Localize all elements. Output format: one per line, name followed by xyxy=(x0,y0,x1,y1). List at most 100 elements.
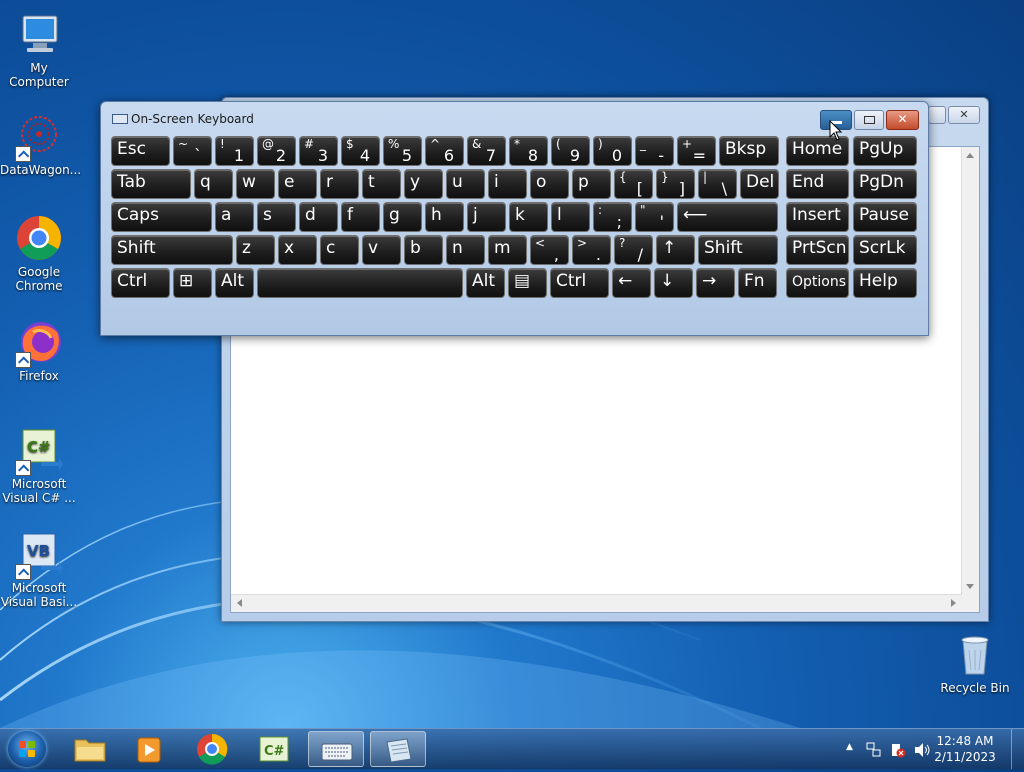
key-windows[interactable]: ⊞ xyxy=(173,268,212,298)
key-shift[interactable]: Shift xyxy=(698,235,778,265)
key-ctrl[interactable]: Ctrl xyxy=(550,268,609,298)
key-9[interactable]: (9 xyxy=(551,136,590,166)
key-j[interactable]: j xyxy=(467,202,506,232)
key-1[interactable]: ! 1 xyxy=(215,136,254,166)
key-symbol-3-9[interactable]: >. xyxy=(572,235,611,265)
scroll-left-arrow-icon[interactable] xyxy=(237,599,242,607)
key-n[interactable]: n xyxy=(446,235,485,265)
key-5[interactable]: % 5 xyxy=(383,136,422,166)
key-w[interactable]: w xyxy=(236,169,275,199)
key-d[interactable]: d xyxy=(299,202,338,232)
start-button[interactable] xyxy=(8,731,46,767)
taskbar-media-player[interactable] xyxy=(122,731,178,767)
taskbar-on-screen-keyboard[interactable] xyxy=(308,731,364,767)
action-center-icon[interactable] xyxy=(890,742,906,761)
key-symbol-0-13[interactable]: + = xyxy=(677,136,716,166)
key-x[interactable]: x xyxy=(278,235,317,265)
key-6[interactable]: ^ 6 xyxy=(425,136,464,166)
vertical-scrollbar[interactable] xyxy=(961,147,979,595)
key-tab[interactable]: Tab xyxy=(111,169,191,199)
desktop-icon-firefox[interactable]: Firefox xyxy=(0,318,78,383)
key-b[interactable]: b xyxy=(404,235,443,265)
key-symbol-1-12[interactable]: }] xyxy=(656,169,695,199)
key-down-arrow[interactable]: ↓ xyxy=(654,268,693,298)
key-i[interactable]: i xyxy=(488,169,527,199)
system-clock[interactable]: 12:48 AM 2/11/2023 xyxy=(930,733,1000,765)
key-0[interactable]: ) 0 xyxy=(593,136,632,166)
key-symbol-1-13[interactable]: | \ xyxy=(698,169,737,199)
scroll-right-arrow-icon[interactable] xyxy=(951,599,956,607)
key-scrlk[interactable]: ScrLk xyxy=(853,235,917,265)
horizontal-scrollbar[interactable] xyxy=(231,594,962,612)
key-ctrl[interactable]: Ctrl xyxy=(111,268,170,298)
key-u[interactable]: u xyxy=(446,169,485,199)
maximize-button[interactable] xyxy=(854,110,884,130)
window-close-button[interactable]: ✕ xyxy=(948,106,980,124)
key-up-arrow[interactable]: ↑ xyxy=(656,235,695,265)
osk-title-bar[interactable]: On-Screen Keyboard ✕ xyxy=(101,102,928,132)
desktop-icon-chrome[interactable]: Google Chrome xyxy=(0,214,78,293)
key-g[interactable]: g xyxy=(383,202,422,232)
key-y[interactable]: y xyxy=(404,169,443,199)
key-prtscn[interactable]: PrtScn xyxy=(786,235,849,265)
key-symbol-0-12[interactable]: _ - xyxy=(635,136,674,166)
key-symbol-3-8[interactable]: <, xyxy=(530,235,569,265)
close-button[interactable]: ✕ xyxy=(886,110,919,130)
key-space[interactable] xyxy=(257,268,463,298)
desktop-icon-my-computer[interactable]: My Computer xyxy=(0,10,78,89)
key-symbol-1-11[interactable]: {[ xyxy=(614,169,653,199)
network-icon[interactable] xyxy=(866,742,882,761)
desktop-icon-recycle-bin[interactable]: Recycle Bin xyxy=(936,630,1014,695)
key-o[interactable]: o xyxy=(530,169,569,199)
key-bksp[interactable]: Bksp xyxy=(719,136,779,166)
key-shift[interactable]: Shift xyxy=(111,235,233,265)
scroll-up-arrow-icon[interactable] xyxy=(966,153,974,158)
key-insert[interactable]: Insert xyxy=(786,202,849,232)
key-options[interactable]: Options xyxy=(786,268,849,298)
key-symbol-2-10[interactable]: :; xyxy=(593,202,632,232)
key-v[interactable]: v xyxy=(362,235,401,265)
key-end[interactable]: End xyxy=(786,169,849,199)
key-8[interactable]: * 8 xyxy=(509,136,548,166)
key-4[interactable]: $4 xyxy=(341,136,380,166)
key-3[interactable]: #3 xyxy=(299,136,338,166)
key-a[interactable]: a xyxy=(215,202,254,232)
key-e[interactable]: e xyxy=(278,169,317,199)
key-alt[interactable]: Alt xyxy=(466,268,505,298)
key-symbol-0-1[interactable]: ~ ` xyxy=(173,136,212,166)
key-left-arrow[interactable]: ← xyxy=(612,268,651,298)
key-symbol-3-10[interactable]: ? / xyxy=(614,235,653,265)
key-del[interactable]: Del xyxy=(740,169,779,199)
key-alt[interactable]: Alt xyxy=(215,268,254,298)
key-enter[interactable]: ⟵ xyxy=(677,202,778,232)
key-r[interactable]: r xyxy=(320,169,359,199)
desktop-icon-visual-basic[interactable]: VB Microsoft Visual Basi... xyxy=(0,530,78,609)
key-q[interactable]: q xyxy=(194,169,233,199)
desktop-icon-datawagon[interactable]: DataWagon... xyxy=(0,112,81,177)
key-2[interactable]: @2 xyxy=(257,136,296,166)
key-right-arrow[interactable]: → xyxy=(696,268,735,298)
key-caps[interactable]: Caps xyxy=(111,202,212,232)
key-fn[interactable]: Fn xyxy=(738,268,777,298)
key-pgup[interactable]: PgUp xyxy=(853,136,917,166)
key-esc[interactable]: Esc xyxy=(111,136,170,166)
key-s[interactable]: s xyxy=(257,202,296,232)
key-z[interactable]: z xyxy=(236,235,275,265)
key-m[interactable]: m xyxy=(488,235,527,265)
key-pgdn[interactable]: PgDn xyxy=(853,169,917,199)
taskbar-windows-explorer[interactable] xyxy=(62,731,118,767)
taskbar-chrome[interactable] xyxy=(184,731,240,767)
scroll-down-arrow-icon[interactable] xyxy=(966,584,974,589)
window-restore-button[interactable] xyxy=(928,106,946,124)
key-menu[interactable]: ▤ xyxy=(508,268,547,298)
key-7[interactable]: & 7 xyxy=(467,136,506,166)
taskbar-notepad-window[interactable] xyxy=(370,731,426,767)
key-t[interactable]: t xyxy=(362,169,401,199)
taskbar-visual-csharp[interactable]: C# xyxy=(246,731,302,767)
key-f[interactable]: f xyxy=(341,202,380,232)
key-l[interactable]: l xyxy=(551,202,590,232)
key-h[interactable]: h xyxy=(425,202,464,232)
show-hidden-icons-icon[interactable]: ▲ xyxy=(846,742,853,752)
on-screen-keyboard-window[interactable]: On-Screen Keyboard ✕ Esc ~ `! 1 @2 #3 $4% 5 ^ 6 & 7… xyxy=(100,101,929,336)
desktop-icon-visual-csharp[interactable]: C# Microsoft Visual C# ... xyxy=(0,426,78,505)
